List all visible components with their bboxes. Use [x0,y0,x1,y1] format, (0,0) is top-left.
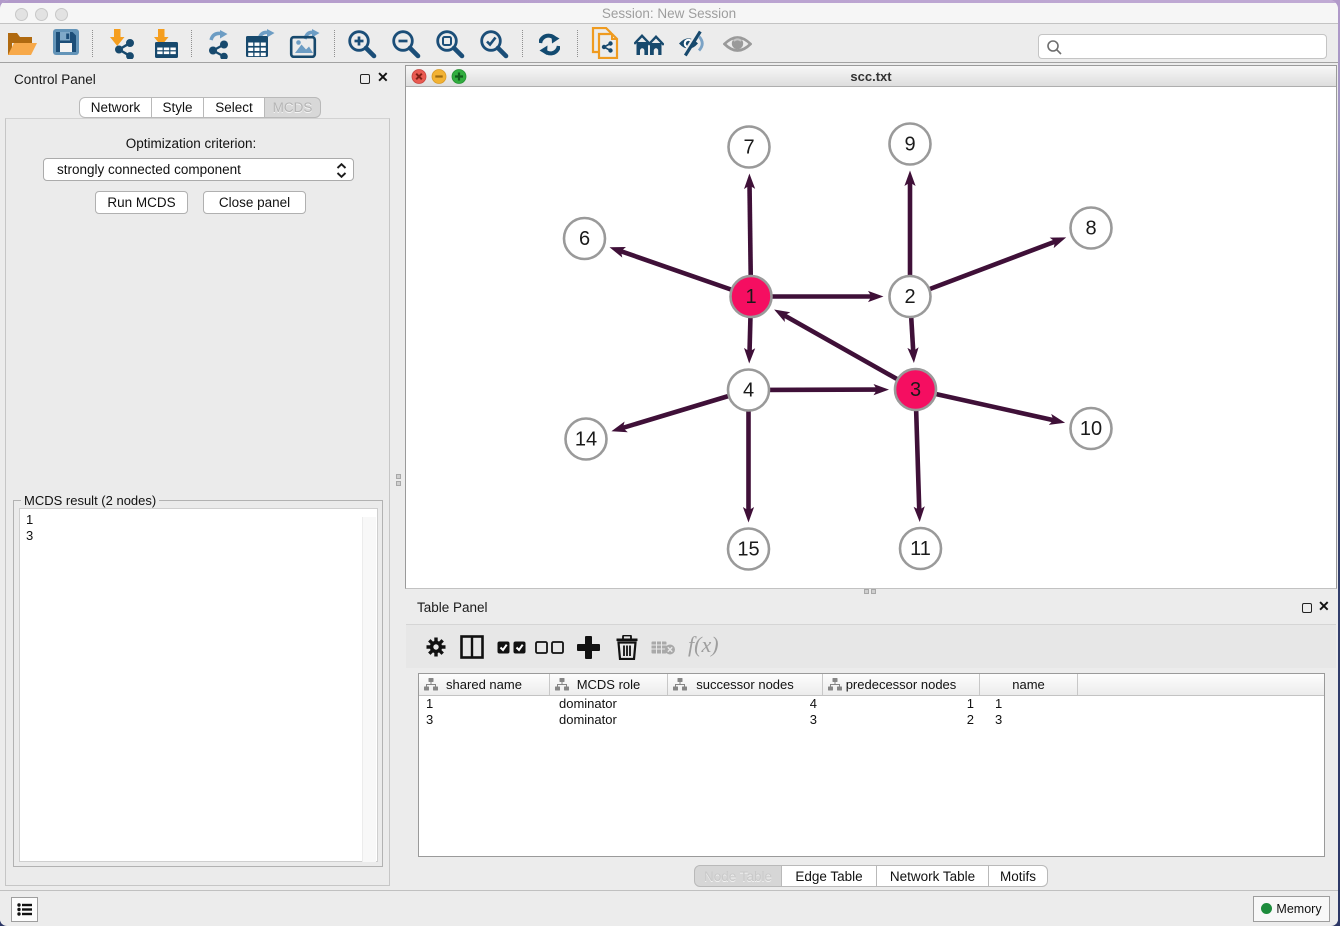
svg-text:3: 3 [910,379,921,401]
svg-text:11: 11 [910,538,931,560]
svg-text:7: 7 [743,137,754,159]
svg-text:14: 14 [575,429,597,451]
svg-text:2: 2 [904,286,915,308]
svg-text:8: 8 [1085,218,1096,240]
svg-text:6: 6 [579,228,590,250]
svg-text:15: 15 [737,539,759,561]
svg-text:1: 1 [745,286,756,308]
svg-text:9: 9 [904,134,915,156]
svg-text:10: 10 [1080,418,1102,440]
svg-text:4: 4 [743,380,754,402]
